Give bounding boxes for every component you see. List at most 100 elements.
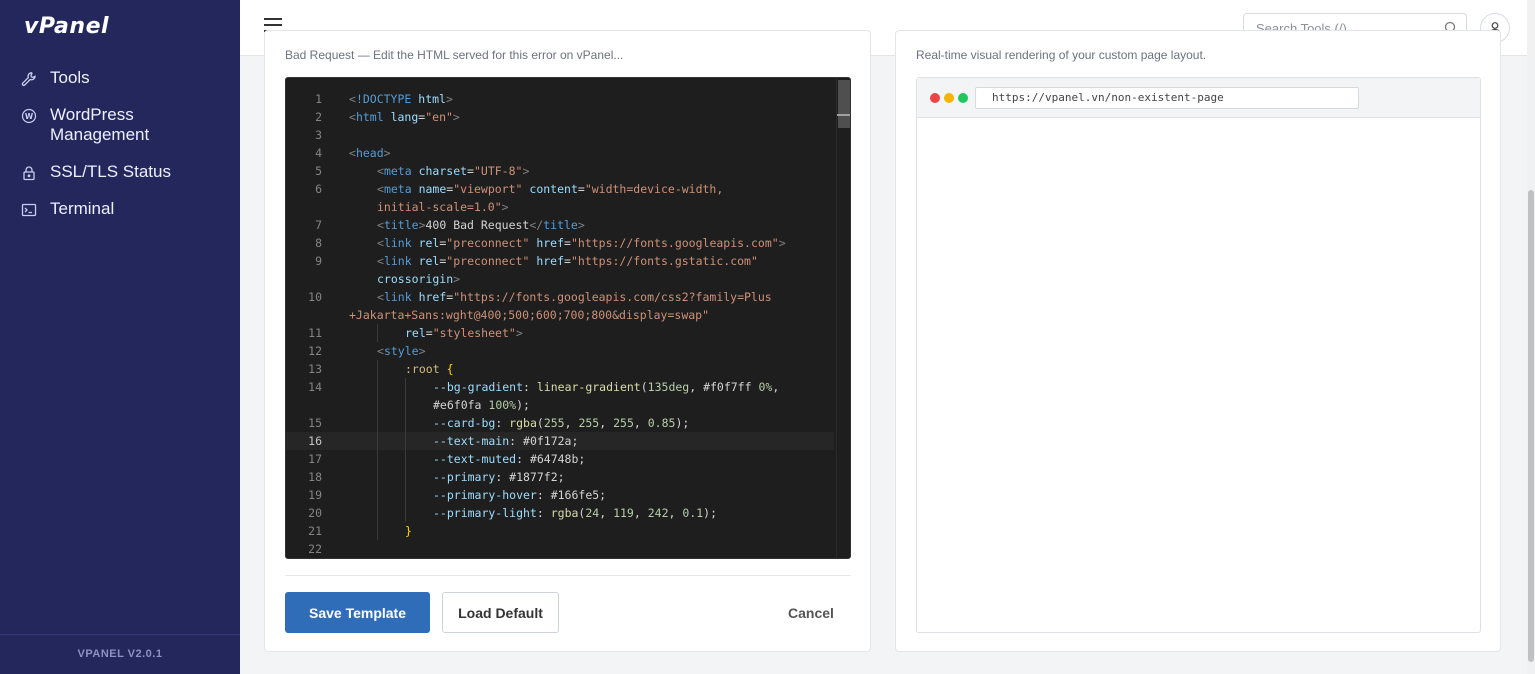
code-line[interactable]: 21} — [286, 522, 834, 540]
line-number: 20 — [308, 506, 322, 520]
app-logo[interactable]: vPanel — [24, 14, 109, 39]
code-text[interactable]: --text-main: #0f172a; — [322, 432, 578, 450]
indent-guide — [405, 378, 406, 396]
code-line[interactable]: 12 <style> — [286, 342, 834, 360]
line-number: 4 — [315, 146, 322, 160]
code-text[interactable]: <meta name="viewport" content="width=dev… — [322, 180, 723, 198]
code-line[interactable]: #e6f0fa 100%); — [286, 396, 834, 414]
svg-text:W: W — [25, 112, 34, 121]
code-line[interactable]: 22 — [286, 540, 834, 558]
indent-guide — [405, 396, 406, 414]
page-scrollbar[interactable] — [1527, 0, 1535, 674]
indent-guide — [405, 450, 406, 468]
line-number: 22 — [308, 542, 322, 556]
code-line[interactable]: crossorigin> — [286, 270, 834, 288]
code-line[interactable]: 20 --primary-light: rgba(24, 119, 242, 0.… — [286, 504, 834, 522]
code-text[interactable]: <!DOCTYPE html> — [322, 90, 453, 108]
sidebar-item-label: WordPress Management — [50, 105, 150, 144]
code-line[interactable]: 11 rel="stylesheet"> — [286, 324, 834, 342]
code-line[interactable]: 4 <head> — [286, 144, 834, 162]
line-number: 17 — [308, 452, 322, 466]
code-text[interactable] — [322, 126, 356, 144]
code-text[interactable]: <html lang="en"> — [322, 108, 460, 126]
code-text[interactable]: --primary-light: rgba(24, 119, 242, 0.1)… — [322, 504, 717, 522]
code-line[interactable]: 17 --text-muted: #64748b; — [286, 450, 834, 468]
code-line[interactable]: 13:root { — [286, 360, 834, 378]
indent-guide — [377, 504, 378, 522]
code-line[interactable]: initial-scale=1.0"> — [286, 198, 834, 216]
indent-guide — [405, 504, 406, 522]
indent-guide — [405, 432, 406, 450]
line-number — [286, 198, 322, 216]
load-default-button[interactable]: Load Default — [442, 592, 559, 633]
sidebar-nav: Tools W WordPress Management SSL/TLS Sta… — [0, 60, 240, 228]
sidebar-item-tools[interactable]: Tools — [0, 60, 240, 97]
code-line[interactable]: 6 <meta name="viewport" content="width=de… — [286, 180, 834, 198]
line-number: 13 — [308, 362, 322, 376]
code-text[interactable]: <head> — [322, 144, 391, 162]
code-text[interactable]: rel="stylesheet"> — [322, 324, 523, 342]
sidebar-item-wordpress[interactable]: W WordPress Management — [0, 97, 240, 154]
code-text[interactable]: --text-muted: #64748b; — [322, 450, 585, 468]
line-number: 2 — [315, 110, 322, 124]
code-line[interactable]: 19 --primary-hover: #166fe5; — [286, 486, 834, 504]
save-template-button[interactable]: Save Template — [285, 592, 430, 633]
line-number: 11 — [308, 326, 322, 340]
indent-guide — [377, 486, 378, 504]
line-number: 18 — [308, 470, 322, 484]
code-text[interactable]: <meta charset="UTF-8"> — [322, 162, 529, 180]
code-line[interactable]: 7 <title>400 Bad Request</title> — [286, 216, 834, 234]
line-number: 6 — [315, 182, 322, 196]
code-line[interactable]: 10 <link href="https://fonts.googleapis.c… — [286, 288, 834, 306]
indent-guide — [377, 432, 378, 450]
line-number: 5 — [315, 164, 322, 178]
sidebar-item-ssl[interactable]: SSL/TLS Status — [0, 154, 240, 191]
code-text[interactable]: #e6f0fa 100%); — [322, 396, 530, 414]
cancel-button[interactable]: Cancel — [771, 592, 851, 633]
code-text[interactable]: --bg-gradient: linear-gradient(135deg, #… — [322, 378, 779, 396]
line-number: 19 — [308, 488, 322, 502]
editor-scrollbar[interactable] — [836, 78, 850, 558]
code-editor[interactable]: 1 <!DOCTYPE html> 2 <html lang="en"> 3 4 <hea… — [285, 77, 851, 559]
code-text[interactable]: <style> — [322, 342, 426, 360]
code-text[interactable]: <link rel="preconnect" href="https://fon… — [322, 234, 786, 252]
divider — [285, 575, 851, 576]
code-line[interactable]: +Jakarta+Sans:wght@400;500;600;700;800&d… — [286, 306, 834, 324]
line-number: 7 — [315, 218, 322, 232]
code-line[interactable]: 2 <html lang="en"> — [286, 108, 834, 126]
line-number: 14 — [308, 380, 322, 394]
live-preview-card: Real-time visual rendering of your custo… — [895, 30, 1501, 652]
code-line[interactable]: 14 --bg-gradient: linear-gradient(135deg,… — [286, 378, 834, 396]
code-text[interactable]: +Jakarta+Sans:wght@400;500;600;700;800&d… — [322, 306, 709, 324]
code-text[interactable]: initial-scale=1.0"> — [322, 198, 509, 216]
code-line[interactable]: 5 <meta charset="UTF-8"> — [286, 162, 834, 180]
code-line[interactable]: 3 — [286, 126, 834, 144]
line-number: 1 — [315, 92, 322, 106]
indent-guide — [377, 378, 378, 396]
code-line[interactable]: 16 --text-main: #0f172a; — [286, 432, 834, 450]
code-text[interactable]: :root { — [322, 360, 454, 378]
editor-card-subtitle: Bad Request — Edit the HTML served for t… — [285, 48, 624, 62]
code-line[interactable]: 15 --card-bg: rgba(255, 255, 255, 0.85); — [286, 414, 834, 432]
code-text[interactable]: crossorigin> — [322, 270, 460, 288]
code-text[interactable]: <title>400 Bad Request</title> — [322, 216, 585, 234]
indent-guide — [405, 468, 406, 486]
code-text[interactable] — [322, 540, 356, 558]
code-text[interactable]: <link rel="preconnect" href="https://fon… — [322, 252, 758, 270]
maximize-dot-icon — [958, 93, 968, 103]
indent-guide — [377, 522, 378, 540]
code-lines[interactable]: 1 <!DOCTYPE html> 2 <html lang="en"> 3 4 <hea… — [286, 90, 834, 558]
code-text[interactable]: <link href="https://fonts.googleapis.com… — [322, 288, 772, 306]
code-text[interactable]: --primary-hover: #166fe5; — [322, 486, 606, 504]
code-text[interactable]: --primary: #1877f2; — [322, 468, 565, 486]
code-line[interactable]: 8 <link rel="preconnect" href="https://fo… — [286, 234, 834, 252]
code-text[interactable]: } — [322, 522, 412, 540]
code-line[interactable]: 1 <!DOCTYPE html> — [286, 90, 834, 108]
indent-guide — [377, 450, 378, 468]
wrench-icon — [20, 70, 38, 88]
sidebar-item-terminal[interactable]: Terminal — [0, 191, 240, 228]
wordpress-icon: W — [20, 107, 38, 125]
line-number: 12 — [308, 344, 322, 358]
code-line[interactable]: 9 <link rel="preconnect" href="https://fo… — [286, 252, 834, 270]
code-line[interactable]: 18 --primary: #1877f2; — [286, 468, 834, 486]
